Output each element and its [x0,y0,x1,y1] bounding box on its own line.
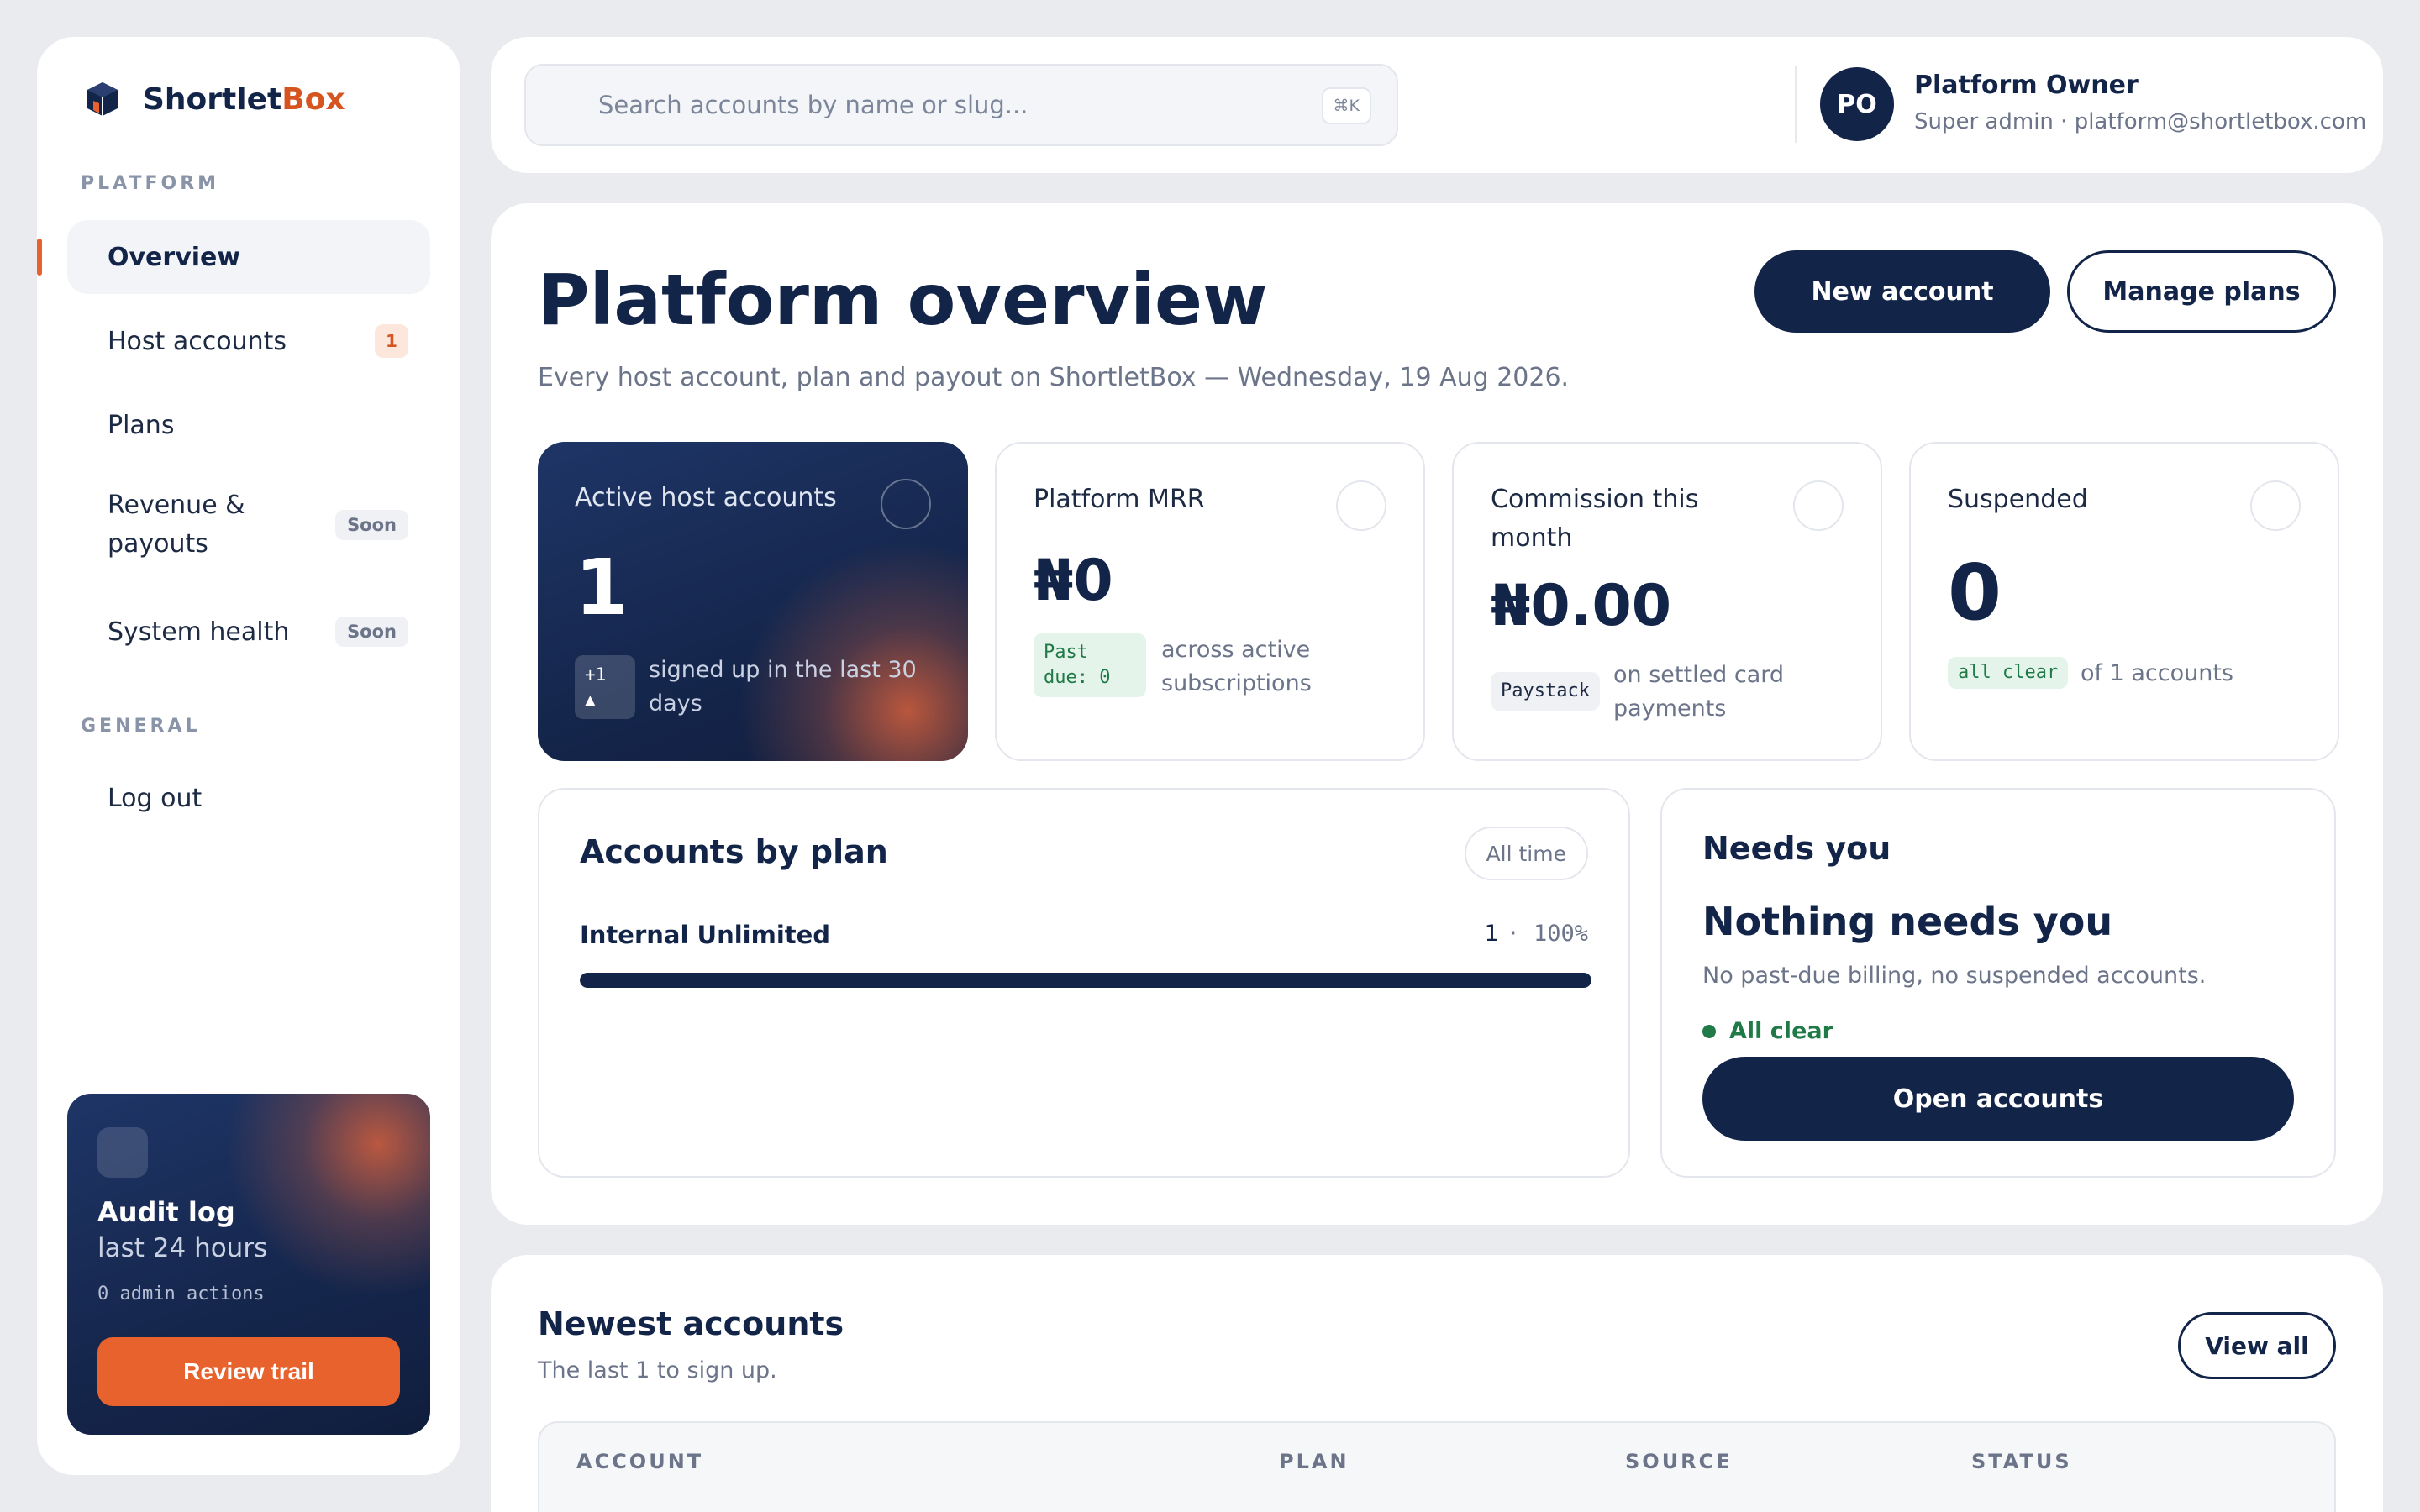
section-subtitle: The last 1 to sign up. [538,1357,777,1383]
column-header-account[interactable]: ACCOUNT [576,1450,703,1473]
sidebar-item-label: Host accounts [108,326,287,356]
audit-meta: 0 admin actions [97,1284,265,1305]
divider [1795,66,1797,143]
audit-log-card: Audit log last 24 hours 0 admin actions … [67,1094,430,1435]
stat-chip: Paystack [1491,672,1600,711]
column-header-source[interactable]: SOURCE [1625,1450,1733,1473]
brand-name: ShortletBox [143,81,345,117]
column-header-plan[interactable]: PLAN [1279,1450,1349,1473]
user-name: Platform Owner [1914,71,2139,100]
stat-note: on settled card payments [1613,662,1785,722]
sidebar-item-overview[interactable]: Overview [67,220,430,294]
sidebar-item-label: System health [108,617,290,647]
soon-badge: Soon [335,510,408,540]
panel-title: Accounts by plan [580,833,888,870]
stat-value: ₦0 [1034,548,1113,614]
needs-subtitle: No past-due billing, no suspended accoun… [1702,963,2207,989]
new-account-button[interactable]: New account [1754,250,2050,333]
stat-chip: all clear [1948,657,2069,689]
search-box: ⌘K [524,64,1398,146]
status-indicator: All clear [1702,1018,1833,1044]
sidebar-item-revenue-payouts[interactable]: Revenue & payouts Soon [67,474,430,576]
user-role-email: Super admin · platform@shortletbox.com [1914,109,2367,134]
stat-note: across active subscriptions [1161,637,1312,696]
stat-chip: Past due: 0 [1034,633,1146,697]
stat-note: of 1 accounts [2081,660,2233,686]
sidebar-item-plans[interactable]: Plans [67,388,430,462]
needs-headline: Nothing needs you [1702,899,2113,944]
stat-icon [881,479,931,529]
section-title: Newest accounts [538,1305,844,1342]
panel-title: Needs you [1702,830,1891,867]
range-filter[interactable]: All time [1464,827,1588,880]
avatar[interactable]: PO [1820,67,1894,141]
section-label-platform: PLATFORM [81,173,220,194]
needs-you-panel: Needs you Nothing needs you No past-due … [1660,788,2336,1178]
stat-card-commission[interactable]: Commission this month ₦0.00 Paystack on … [1452,442,1882,761]
new-account-label: New account [1811,276,1994,307]
manage-plans-button[interactable]: Manage plans [2067,250,2336,333]
review-trail-button[interactable]: Review trail [97,1337,400,1406]
sidebar: ShortletBox PLATFORM Overview Host accou… [37,37,460,1475]
stat-note: signed up in the last 30 days [649,657,917,717]
stat-card-active-hosts[interactable]: Active host accounts 1 +1 ▲ signed up in… [538,442,968,761]
plan-stats: 1 · 100% [1484,921,1588,947]
section-label-general: GENERAL [81,716,201,737]
stat-value: 1 [575,543,629,633]
active-indicator [37,239,42,276]
box-logo-icon [87,82,118,116]
soon-badge: Soon [335,617,408,647]
audit-title: Audit log [97,1196,235,1228]
stat-label: Active host accounts [575,483,837,512]
plan-name: Internal Unlimited [580,921,831,949]
accounts-by-plan-panel: Accounts by plan All time Internal Unlim… [538,788,1630,1178]
stat-card-suspended[interactable]: Suspended 0 all clear of 1 accounts [1909,442,2339,761]
sidebar-item-label: Overview [108,242,241,272]
count-badge: 1 [375,324,408,358]
brand[interactable]: ShortletBox [82,79,345,119]
page-title: Platform overview [538,259,1268,341]
page-subtitle: Every host account, plan and payout on S… [538,363,1570,392]
overview-panel: Platform overview Every host account, pl… [491,203,2383,1225]
search-input[interactable] [526,66,1397,144]
stat-icon [2250,480,2301,531]
sidebar-item-label: Revenue & payouts [108,491,245,559]
stat-label: Platform MRR [1034,485,1205,514]
plan-progress-bar [580,973,1591,988]
topbar: ⌘K PO Platform Owner Super admin · platf… [491,37,2383,173]
stat-chip: +1 ▲ [575,655,635,719]
sidebar-item-host-accounts[interactable]: Host accounts 1 [67,304,430,378]
shortcut-hint: ⌘K [1321,87,1371,124]
stat-label: Commission this month [1491,485,1699,553]
newest-accounts-panel: Newest accounts The last 1 to sign up. V… [491,1255,2383,1512]
status-dot-icon [1702,1024,1716,1038]
stat-icon [1793,480,1844,531]
table-header: ACCOUNT PLAN SOURCE STATUS [538,1421,2336,1512]
column-header-status[interactable]: STATUS [1971,1450,2072,1473]
stat-value: 0 [1948,548,2002,638]
view-all-button[interactable]: View all [2178,1312,2336,1379]
stat-icon [1336,480,1386,531]
sidebar-item-label: Plans [108,410,175,440]
sidebar-item-label: Log out [108,783,203,813]
audit-icon [97,1127,148,1178]
audit-subtitle: last 24 hours [97,1233,268,1263]
sidebar-item-logout[interactable]: Log out [67,761,430,835]
sidebar-item-system-health[interactable]: System health Soon [67,595,430,669]
stat-card-platform-mrr[interactable]: Platform MRR ₦0 Past due: 0 across activ… [995,442,1425,761]
open-accounts-button[interactable]: Open accounts [1702,1057,2294,1141]
plan-progress-fill [580,973,1591,988]
stat-label: Suspended [1948,485,2088,514]
stat-value: ₦0.00 [1491,573,1672,639]
